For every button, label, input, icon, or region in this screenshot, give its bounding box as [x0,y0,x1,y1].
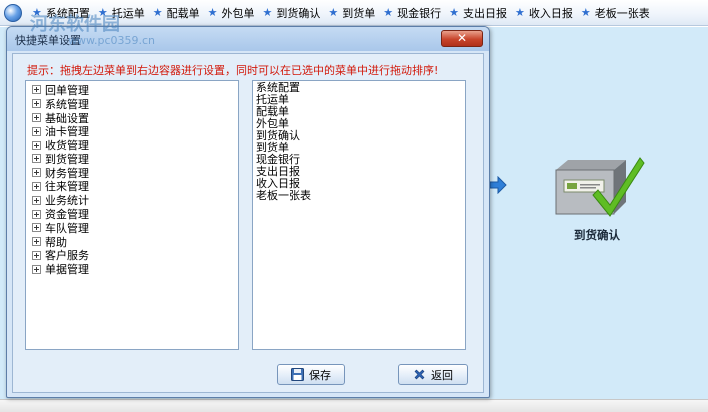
expand-plus-icon[interactable] [32,140,41,150]
toolbar-item[interactable]: ★ 系统配置 [24,0,90,26]
toolbar-item-label: 配载单 [166,6,200,20]
toolbar-item-label: 支出日报 [463,6,507,20]
toolbar-item-label: 现金银行 [397,6,442,20]
toolbar-item[interactable]: ★ 现金银行 [375,0,441,26]
tree-item[interactable]: 单据管理 [26,262,238,276]
expand-plus-icon[interactable] [32,112,41,122]
star-icon: ★ [515,6,525,19]
toolbar-item-label: 到货确认 [276,6,321,20]
toolbar-item[interactable]: ★ 支出日报 [441,0,507,26]
dialog-titlebar[interactable]: 快捷菜单设置 ✕ [7,27,489,51]
back-label: 返回 [431,368,453,382]
available-menu-tree[interactable]: 回单管理 系统管理 基础设置 油卡管理 收货管理 到货管理 财务管理 往来管理 业务统计 资金管理… [25,80,239,350]
expand-plus-icon[interactable] [32,237,41,247]
toolbar-item[interactable]: ★ 托运单 [90,0,145,26]
toolbar-item[interactable]: ★ 到货确认 [255,0,321,26]
toolbar-item[interactable]: ★ 老板一张表 [573,0,650,26]
star-icon: ★ [152,6,163,19]
dialog-body: 提示：拖拽左边菜单到右边容器进行设置，同时可以在已选中的菜单中进行拖动排序! 回… [12,53,484,393]
close-x-icon [413,368,426,381]
toolbar-item-label: 系统配置 [45,6,90,20]
tree-item-label: 单据管理 [45,263,89,277]
goods-received-label[interactable]: 到货确认 [557,227,637,243]
hint-text: 提示：拖拽左边菜单到右边容器进行设置，同时可以在已选中的菜单中进行拖动排序! [27,64,439,77]
flow-arrow-icon [489,176,507,194]
toolbar-item-label: 到货单 [342,6,376,20]
dialog-title: 快捷菜单设置 [15,34,81,47]
expand-plus-icon[interactable] [32,209,41,219]
expand-plus-icon[interactable] [32,99,41,109]
save-button[interactable]: 保存 [277,364,345,385]
toolbar-item[interactable]: ★ 到货单 [320,0,375,26]
expand-plus-icon[interactable] [32,85,41,95]
toolbar-items: ★ 系统配置 ★ 托运单 ★ 配载单 ★ 外包单 ★ 到货确认 ★ 到货单 ★ 现金银行 ★ 支出日报 ★ 收入日… [24,0,650,26]
toolbar-item-label: 收入日报 [528,6,573,20]
top-toolbar: ★ 系统配置 ★ 托运单 ★ 配载单 ★ 外包单 ★ 到货确认 ★ 到货单 ★ 现金银行 ★ 支出日报 ★ 收入日… [0,0,708,26]
expand-plus-icon[interactable] [32,181,41,191]
selected-menu-list[interactable]: 系统配置 托运单 配载单 外包单 到货确认 到货单 现金银行 支出日报 收入日报 老板一张表 [252,80,466,350]
expand-plus-icon[interactable] [32,126,41,136]
floppy-disk-icon [291,368,304,381]
toolbar-item-label: 外包单 [221,6,255,20]
app-logo-icon [4,3,22,22]
close-button[interactable]: ✕ [441,30,483,47]
toolbar-item-label: 老板一张表 [594,6,650,20]
toolbar-item[interactable]: ★ 外包单 [200,0,255,26]
star-icon: ★ [383,6,394,19]
status-strip [0,399,708,412]
back-button[interactable]: 返回 [398,364,468,385]
save-label: 保存 [309,368,331,382]
star-icon: ★ [207,6,218,19]
star-icon: ★ [97,6,108,19]
goods-received-icon[interactable] [552,150,648,222]
toolbar-item[interactable]: ★ 配载单 [145,0,200,26]
star-icon: ★ [580,6,591,19]
star-icon: ★ [449,6,459,19]
toolbar-item[interactable]: ★ 收入日报 [507,0,573,26]
expand-plus-icon[interactable] [32,264,41,274]
star-icon: ★ [32,6,42,19]
expand-plus-icon[interactable] [32,223,41,233]
shortcut-menu-dialog: 快捷菜单设置 ✕ 提示：拖拽左边菜单到右边容器进行设置，同时可以在已选中的菜单中… [6,26,490,398]
expand-plus-icon[interactable] [32,195,41,205]
expand-plus-icon[interactable] [32,154,41,164]
star-icon: ★ [328,6,339,19]
expand-plus-icon[interactable] [32,168,41,178]
star-icon: ★ [262,6,273,19]
expand-plus-icon[interactable] [32,250,41,260]
list-item[interactable]: 老板一张表 [253,190,465,202]
toolbar-item-label: 托运单 [111,6,145,20]
